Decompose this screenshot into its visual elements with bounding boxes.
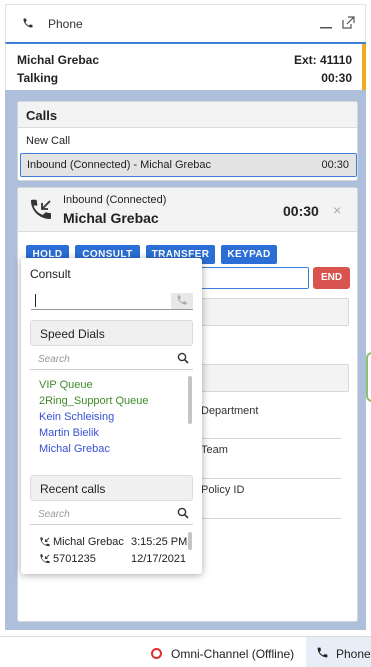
side-tab-handle[interactable] (366, 352, 371, 402)
active-call-item[interactable]: Inbound (Connected) - Michal Grebac 00:3… (20, 153, 357, 177)
status-accent (362, 44, 366, 90)
utility-bar: Omni-Channel (Offline) Phone (0, 636, 371, 667)
speed-dial-item[interactable]: VIP Queue (39, 379, 93, 391)
popout-icon[interactable] (341, 16, 355, 30)
speed-dial-item[interactable]: Martin Bielik (39, 427, 99, 439)
consult-number-input[interactable] (31, 293, 193, 310)
speed-dial-scrollbar[interactable] (188, 376, 192, 424)
active-call-label: Inbound (Connected) - Michal Grebac (27, 159, 212, 171)
active-call-time: 00:30 (321, 159, 349, 171)
window-title: Phone (48, 17, 83, 31)
caller-name: Michal Grebac (17, 53, 100, 67)
recent-calls-scrollbar[interactable] (188, 532, 192, 550)
recent-calls-list: Michal Grebac 3:15:25 PM 5701235 12/17/2… (21, 526, 202, 566)
omni-channel-button[interactable]: Omni-Channel (Offline) (171, 647, 294, 661)
close-icon[interactable]: × (333, 202, 341, 218)
speed-dial-item[interactable]: 2Ring_Support Queue (39, 395, 148, 407)
extension: Ext: 41110 (293, 53, 352, 67)
search-icon[interactable] (177, 507, 189, 519)
phone-icon (316, 646, 329, 659)
recent-call-time: 3:15:25 PM (131, 536, 188, 548)
speed-dial-item[interactable]: Michal Grebac (39, 443, 110, 455)
recent-call-name: Michal Grebac (53, 536, 124, 548)
call-phone-icon[interactable] (171, 293, 193, 309)
end-button[interactable]: END (313, 267, 350, 289)
text-caret (35, 294, 36, 307)
speed-dial-search-placeholder: Search (38, 354, 70, 365)
department-label: Department (201, 405, 259, 417)
detail-caller-name: Michal Grebac (63, 210, 159, 226)
incoming-call-icon (28, 198, 54, 224)
call-state: Talking (17, 71, 59, 85)
offline-status-icon (151, 648, 162, 659)
call-status-bar: Michal Grebac Ext: 41110 Talking 00:30 (5, 42, 366, 90)
recent-search-placeholder: Search (38, 509, 70, 520)
divider (201, 478, 341, 479)
call-direction: Inbound (Connected) (63, 194, 167, 206)
incoming-call-icon (39, 537, 50, 548)
incoming-call-icon (39, 554, 50, 565)
speed-dial-search[interactable]: Search (30, 349, 193, 370)
phone-utility-label: Phone (336, 647, 371, 661)
policy-id-label: Policy ID (201, 484, 245, 496)
call-timer: 00:30 (321, 71, 352, 85)
calls-card: Calls New Call Inbound (Connected) - Mic… (17, 101, 358, 181)
consult-title: Consult (30, 267, 71, 281)
phone-utility-button[interactable]: Phone (306, 637, 371, 667)
recent-calls-search[interactable]: Search (30, 504, 193, 525)
detail-timer: 00:30 (283, 203, 319, 219)
phone-icon (22, 17, 34, 29)
keypad-button[interactable]: KEYPAD (221, 245, 277, 264)
divider (201, 518, 341, 519)
team-label: Team (201, 444, 228, 456)
consult-popup: Consult Speed Dials Search VIP Queue 2Ri… (21, 258, 202, 574)
recent-call-name: 5701235 (53, 553, 96, 565)
search-icon[interactable] (177, 352, 189, 364)
recent-calls-header: Recent calls (30, 475, 193, 501)
utility-titlebar: Phone (5, 4, 366, 42)
calls-header: Calls (18, 102, 357, 128)
minimize-icon[interactable] (319, 16, 333, 30)
speed-dials-header: Speed Dials (30, 320, 193, 346)
divider (201, 438, 341, 439)
speed-dial-item[interactable]: Kein Schleising (39, 411, 114, 423)
recent-call-time: 12/17/2021 (131, 553, 187, 565)
new-call-item[interactable]: New Call (18, 128, 357, 153)
call-detail-header: Inbound (Connected) Michal Grebac 00:30 … (18, 188, 357, 232)
